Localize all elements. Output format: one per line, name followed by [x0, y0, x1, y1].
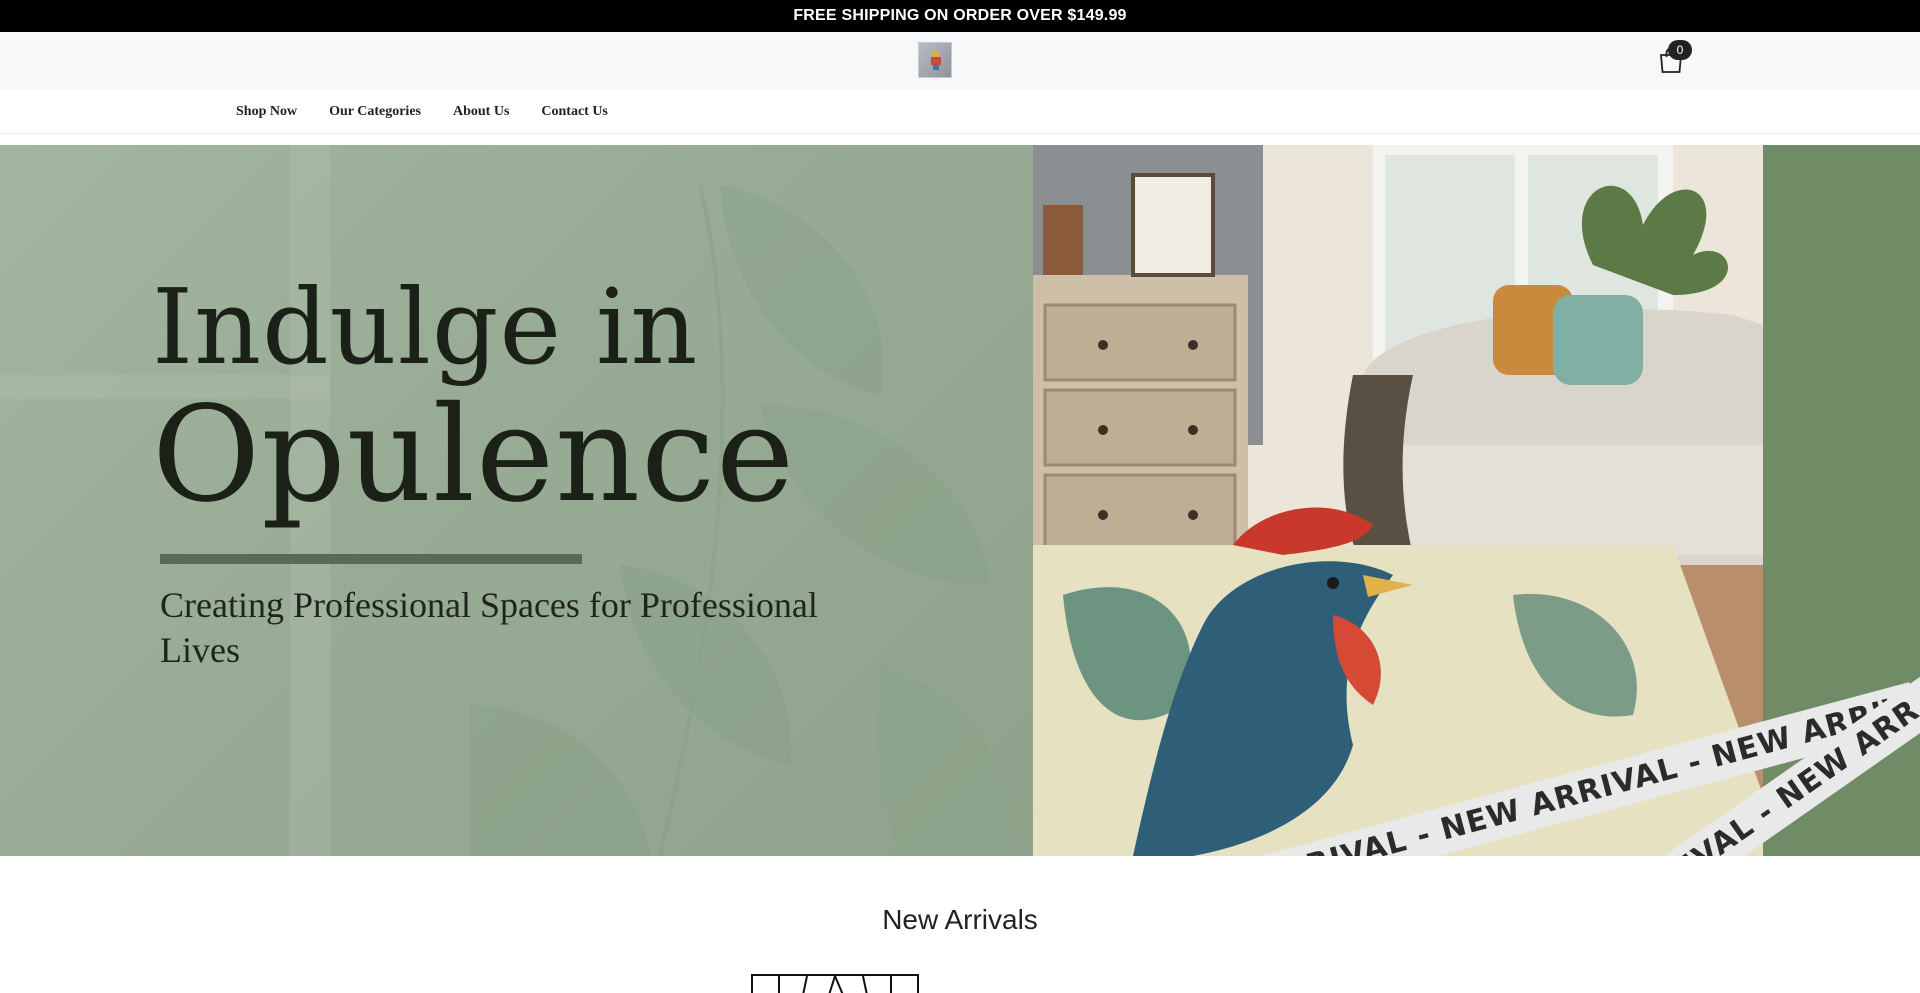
- announcement-text: FREE SHIPPING ON ORDER OVER $149.99: [793, 7, 1127, 24]
- living-room-rug-image: [1033, 145, 1763, 856]
- product-card-preview[interactable]: [751, 974, 919, 993]
- new-arrivals-title: New Arrivals: [882, 904, 1038, 935]
- hero-text-panel: Indulge in Opulence Creating Professiona…: [0, 145, 1033, 856]
- hero-divider: [160, 554, 582, 564]
- hero-headline-line-1: Indulge in: [152, 266, 699, 388]
- hero-banner[interactable]: Indulge in Opulence Creating Professiona…: [0, 145, 1920, 856]
- store-logo[interactable]: [918, 42, 952, 78]
- hero-headline: Indulge in Opulence: [152, 275, 912, 521]
- logo-icon: [931, 51, 941, 70]
- nav-item-contact-us[interactable]: Contact Us: [541, 104, 608, 120]
- nav-item-our-categories[interactable]: Our Categories: [329, 104, 421, 120]
- hero-subheadline: Creating Professional Spaces for Profess…: [160, 585, 818, 670]
- nav-item-shop-now[interactable]: Shop Now: [236, 104, 297, 120]
- nav-item-about-us[interactable]: About Us: [453, 104, 509, 120]
- announcement-bar: FREE SHIPPING ON ORDER OVER $149.99: [0, 0, 1920, 32]
- site-header: 0: [0, 32, 1920, 90]
- main-nav: Shop Now Our Categories About Us Contact…: [0, 90, 1920, 134]
- product-thumbnail-icon: [778, 976, 892, 993]
- hero-headline-line-2: Opulence: [152, 378, 796, 532]
- cart-count-badge: 0: [1668, 40, 1692, 60]
- hero-room-image: [1033, 145, 1763, 856]
